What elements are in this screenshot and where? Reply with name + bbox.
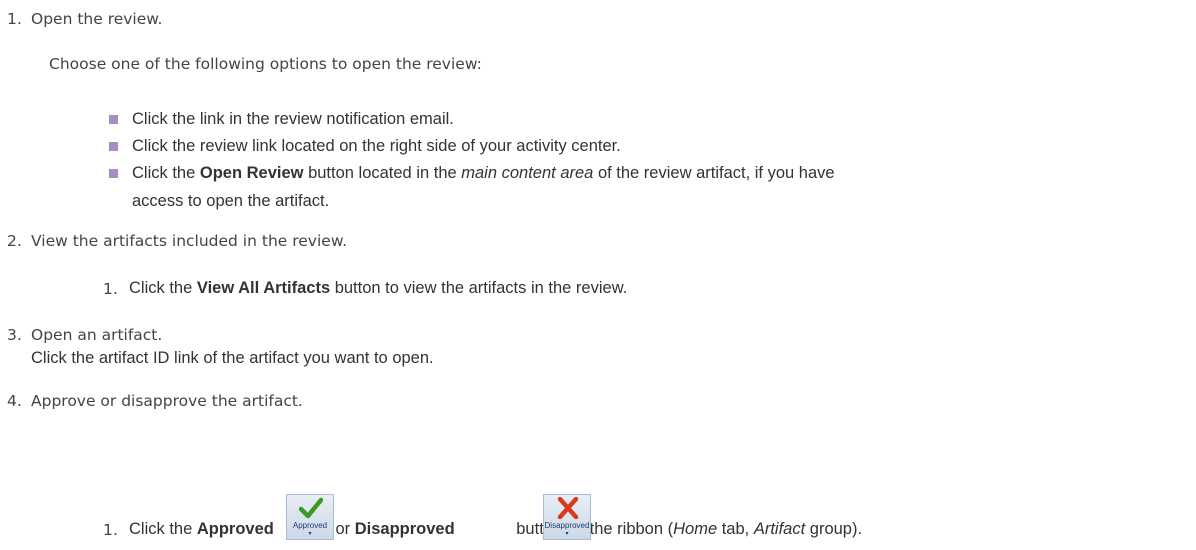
sub4-pre: Click the (129, 520, 197, 538)
bullet-square (109, 169, 118, 178)
chevron-down-icon: ▾ (308, 530, 312, 537)
bullet-3-pre: Click the (132, 164, 200, 182)
step-3-number: 3. (7, 326, 23, 344)
disapproved-ribbon-button[interactable]: Disapproved ▾ (543, 494, 591, 540)
step-1-bullet-2: Click the review link located on the rig… (132, 137, 621, 155)
step-4-title: Approve or disapprove the artifact. (31, 392, 303, 410)
step-4-number: 4. (7, 392, 23, 410)
artifact-group-term: Artifact (753, 520, 806, 538)
step-1-number: 1. (7, 10, 23, 28)
sub4-post3: group). (805, 520, 863, 538)
sub-post: button to view the artifacts in the revi… (330, 279, 628, 297)
step-1-intro: Choose one of the following options to o… (49, 55, 482, 73)
approved-label: Approved (196, 520, 274, 538)
step-2-number: 2. (7, 232, 23, 250)
step-1-bullet-1: Click the link in the review notificatio… (132, 110, 454, 128)
step-2-title: View the artifacts included in the revie… (31, 232, 347, 250)
main-content-area-term: main content area (461, 164, 594, 182)
sub4-or: or (330, 520, 355, 538)
disapproved-ribbon-label: Disapproved (544, 521, 590, 530)
bullet-3-post: of the review artifact, if you have (593, 164, 835, 182)
sub-pre: Click the (129, 279, 197, 297)
bullet-square (109, 142, 118, 151)
chevron-down-icon: ▾ (565, 530, 569, 537)
step-1-title: Open the review. (31, 10, 163, 28)
step-2-sub-number: 1. (103, 280, 119, 298)
sub4-post2: tab, (717, 520, 754, 538)
check-icon (299, 497, 323, 519)
x-icon (557, 497, 579, 519)
bullet-3-mid: button located in the (303, 164, 462, 182)
approved-ribbon-label: Approved (292, 521, 328, 530)
step-1-bullet-3-line-2: access to open the artifact. (132, 192, 330, 210)
step-3-title: Open an artifact. (31, 326, 163, 344)
step-1-bullet-3: Click the Open Review button located in … (132, 162, 835, 184)
sub4-post1: button on the ribbon ( (511, 520, 674, 538)
step-4-sub-number: 1. (103, 521, 119, 539)
view-all-artifacts-label: View All Artifacts (196, 279, 331, 297)
step-2-sub-text: Click the View All Artifacts button to v… (129, 277, 627, 299)
bullet-square (109, 115, 118, 124)
home-tab-term: Home (673, 520, 718, 538)
open-review-label: Open Review (199, 164, 304, 182)
approved-ribbon-button[interactable]: Approved ▾ (286, 494, 334, 540)
step-3-line-2: Click the artifact ID link of the artifa… (31, 349, 434, 367)
disapproved-label: Disapproved (354, 520, 455, 538)
